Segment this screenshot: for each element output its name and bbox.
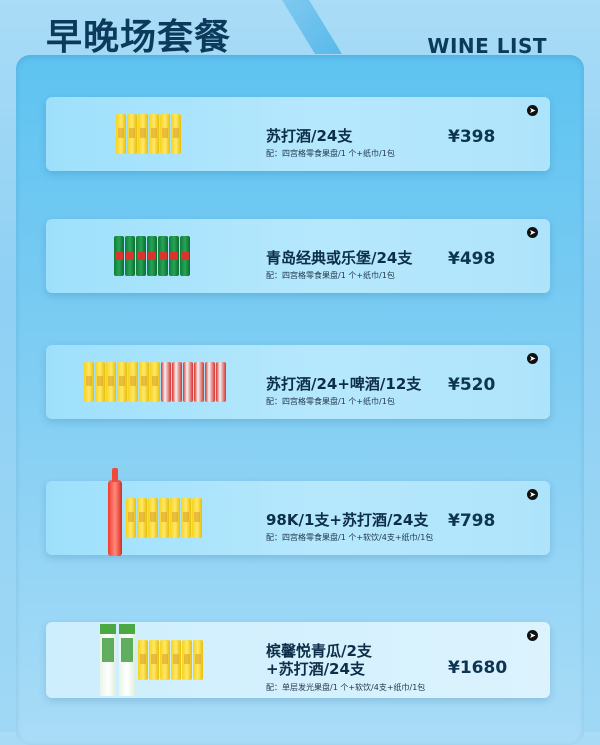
package-image	[84, 345, 227, 419]
package-price: ¥798	[448, 511, 496, 531]
package-name-line-2: +苏打酒/24支	[266, 660, 365, 678]
package-price: ¥498	[448, 249, 496, 269]
package-card[interactable]: 苏打酒/24支 配：四宫格零食果盘/1 个+纸巾/1包 ¥398 ➤	[46, 97, 550, 171]
package-price: ¥520	[448, 375, 496, 395]
arrow-right-circle-icon[interactable]: ➤	[527, 105, 538, 116]
package-card[interactable]: 青岛经典或乐堡/24支 配：四宫格零食果盘/1 个+纸巾/1包 ¥498 ➤	[46, 219, 550, 293]
package-note: 配：四宫格零食果盘/1 个+纸巾/1包	[266, 271, 395, 280]
arrow-right-circle-icon[interactable]: ➤	[527, 227, 538, 238]
package-note: 配：四宫格零食果盘/1 个+软饮/4支+纸巾/1包	[266, 533, 434, 542]
decorative-slash	[282, 0, 342, 54]
bottle-image	[108, 468, 122, 556]
package-card[interactable]: 槟馨悦青瓜/2支 +苏打酒/24支 配：单层发光果盘/1 个+软饮/4支+纸巾/…	[46, 622, 550, 698]
package-note: 配：单层发光果盘/1 个+软饮/4支+纸巾/1包	[266, 683, 426, 692]
header: 早晚场套餐 WINE LIST	[0, 0, 600, 60]
package-price: ¥1680	[448, 658, 508, 678]
arrow-right-circle-icon[interactable]: ➤	[527, 630, 538, 641]
page-title: 早晚场套餐	[46, 17, 232, 58]
package-image	[108, 468, 203, 556]
package-image	[114, 219, 191, 293]
arrow-right-circle-icon[interactable]: ➤	[527, 489, 538, 500]
package-price: ¥398	[448, 127, 496, 147]
package-name: 苏打酒/24+啤酒/12支	[266, 375, 422, 393]
package-image	[100, 622, 204, 698]
arrow-right-circle-icon[interactable]: ➤	[527, 353, 538, 364]
bottle-image	[100, 624, 116, 696]
package-image	[116, 97, 182, 171]
package-name: 98K/1支+苏打酒/24支	[266, 511, 429, 529]
package-card[interactable]: 98K/1支+苏打酒/24支 配：四宫格零食果盘/1 个+软饮/4支+纸巾/1包…	[46, 468, 550, 556]
package-name: 青岛经典或乐堡/24支	[266, 249, 413, 267]
bottle-image	[119, 624, 135, 696]
package-name: 苏打酒/24支	[266, 127, 353, 145]
package-card[interactable]: 苏打酒/24+啤酒/12支 配：四宫格零食果盘/1 个+纸巾/1包 ¥520 ➤	[46, 345, 550, 419]
package-note: 配：四宫格零食果盘/1 个+纸巾/1包	[266, 397, 395, 406]
package-note: 配：四宫格零食果盘/1 个+纸巾/1包	[266, 149, 395, 158]
